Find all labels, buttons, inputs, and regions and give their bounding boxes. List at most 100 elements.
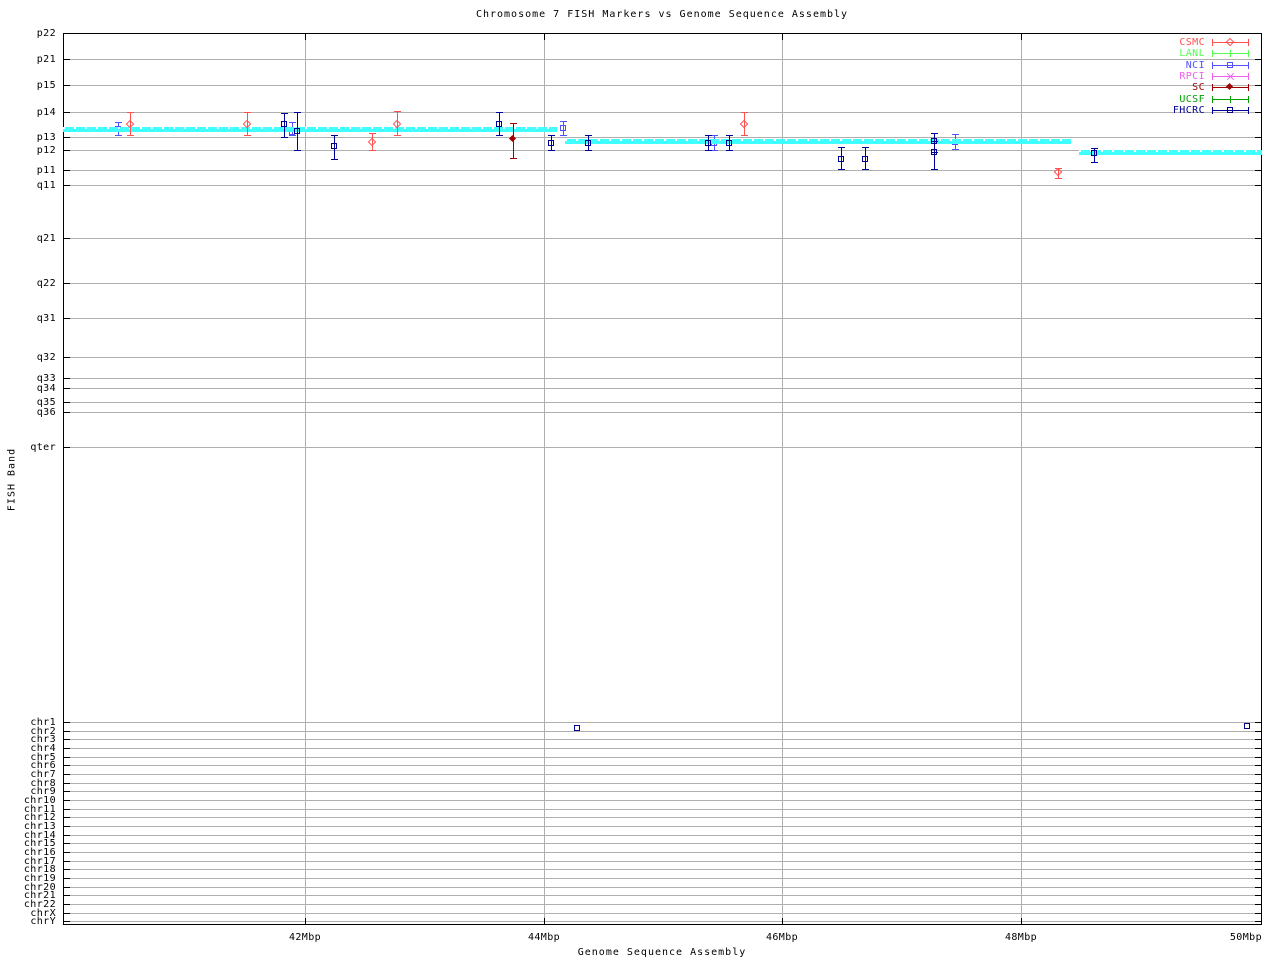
y-tick-right xyxy=(1255,731,1261,732)
legend-entry-nci-marker xyxy=(1227,62,1233,68)
y-tick xyxy=(64,869,70,870)
y-tick-right xyxy=(1255,33,1261,34)
y-tick xyxy=(64,791,70,792)
y-tick-right xyxy=(1255,59,1261,60)
y-tick xyxy=(64,783,70,784)
csmc-error-cap xyxy=(741,112,748,113)
y-tick-right xyxy=(1255,185,1261,186)
y-tick-right xyxy=(1255,238,1261,239)
sc-error-cap xyxy=(510,123,517,124)
y-tick-right xyxy=(1255,826,1261,827)
y-tick xyxy=(64,809,70,810)
y-tick-right xyxy=(1255,402,1261,403)
nci-error-cap xyxy=(711,135,718,136)
x-tick-top xyxy=(305,34,306,40)
y-tick-label: p11 xyxy=(36,165,56,176)
y-tick xyxy=(64,739,70,740)
legend-entry-rpci-label: RPCI xyxy=(1179,71,1205,82)
y-tick-label: p21 xyxy=(36,54,56,65)
y-tick-right xyxy=(1255,447,1261,448)
y-tick-right xyxy=(1255,748,1261,749)
fhcrc-marker xyxy=(281,121,287,127)
y-axis-title: FISH Band xyxy=(6,447,18,512)
y-tick-right xyxy=(1255,378,1261,379)
fhcrc-error-cap xyxy=(496,135,503,136)
csmc-error-cap xyxy=(369,150,376,151)
legend-entry-ucsf-label: UCSF xyxy=(1179,94,1205,105)
legend-entry-csmc-sample-cap xyxy=(1248,39,1249,46)
legend-entry-lanl-sample-cap xyxy=(1248,50,1249,57)
y-tick-right xyxy=(1255,913,1261,914)
fhcrc-error-cap xyxy=(331,135,338,136)
legend-entry-fhcrc-label: FHCRC xyxy=(1172,105,1205,116)
y-tick-right xyxy=(1255,783,1261,784)
y-tick xyxy=(64,757,70,758)
fhcrc-error-cap xyxy=(331,159,338,160)
legend-entry-csmc-label: CSMC xyxy=(1179,37,1205,48)
x-tick-top xyxy=(544,34,545,40)
y-tick xyxy=(64,185,70,186)
y-tick-right xyxy=(1255,85,1261,86)
y-tick xyxy=(64,913,70,914)
legend-entry-ucsf-sample-cap xyxy=(1248,96,1249,103)
y-tick xyxy=(64,137,70,138)
x-tick-top xyxy=(1021,34,1022,40)
y-tick xyxy=(64,887,70,888)
fhcrc-error-cap xyxy=(496,112,503,113)
y-tick-right xyxy=(1255,921,1261,922)
fhcrc-error-cap xyxy=(294,112,301,113)
fhcrc-marker xyxy=(574,725,580,731)
y-tick xyxy=(64,835,70,836)
fhcrc-error-cap xyxy=(838,169,845,170)
legend-entry-lanl-label: LANL xyxy=(1179,48,1205,59)
legend-entry-sc-label: SC xyxy=(1192,82,1205,93)
legend-entry-ucsf-sample-cap xyxy=(1212,96,1213,103)
y-tick-label: q31 xyxy=(36,313,56,324)
y-tick-label: p14 xyxy=(36,107,56,118)
legend-entry-sc-sample-cap xyxy=(1248,84,1249,91)
y-tick-right xyxy=(1255,170,1261,171)
y-tick-right xyxy=(1255,388,1261,389)
assembly-band-p13 xyxy=(63,127,557,132)
y-tick-label: q11 xyxy=(36,180,56,191)
y-tick-label: q33 xyxy=(36,373,56,384)
fhcrc-error-cap xyxy=(726,135,733,136)
assembly-band-p12 xyxy=(565,139,1071,144)
nci-error-cap xyxy=(952,134,959,135)
y-tick xyxy=(64,283,70,284)
y-tick-label: p15 xyxy=(36,80,56,91)
fhcrc-error-cap xyxy=(585,135,592,136)
plot-border xyxy=(63,33,1262,925)
x-tick-label: 44Mbp xyxy=(527,932,561,943)
y-tick xyxy=(64,800,70,801)
nci-error-cap xyxy=(289,122,296,123)
x-tick-label: 42Mbp xyxy=(288,932,322,943)
y-tick xyxy=(64,170,70,171)
x-axis-title: Genome Sequence Assembly xyxy=(577,947,747,958)
csmc-error-cap xyxy=(1055,178,1062,179)
legend-entry-nci-sample-cap xyxy=(1212,62,1213,69)
legend-entry-fhcrc-sample-cap xyxy=(1212,107,1213,114)
fhcrc-marker xyxy=(1244,723,1250,729)
y-tick-right xyxy=(1255,835,1261,836)
y-tick xyxy=(64,826,70,827)
legend-entry-nci-label: NCI xyxy=(1185,60,1205,71)
y-tick xyxy=(64,774,70,775)
y-tick-label: q34 xyxy=(36,383,56,394)
legend-entry-lanl-sample-cap xyxy=(1212,50,1213,57)
nci-error-cap xyxy=(289,135,296,136)
csmc-error-cap xyxy=(394,135,401,136)
y-tick-label: q21 xyxy=(36,233,56,244)
csmc-error-cap xyxy=(127,135,134,136)
y-tick xyxy=(64,765,70,766)
y-tick xyxy=(64,357,70,358)
nci-error-cap xyxy=(115,135,122,136)
legend-entry-rpci-sample-cap xyxy=(1212,73,1213,80)
y-tick-right xyxy=(1255,774,1261,775)
legend-entry-sc-sample-cap xyxy=(1212,84,1213,91)
y-tick xyxy=(64,852,70,853)
x-tick-bottom xyxy=(782,918,783,924)
fhcrc-error-cap xyxy=(726,150,733,151)
y-tick-right xyxy=(1255,887,1261,888)
fhcrc-error-cap xyxy=(931,141,938,142)
